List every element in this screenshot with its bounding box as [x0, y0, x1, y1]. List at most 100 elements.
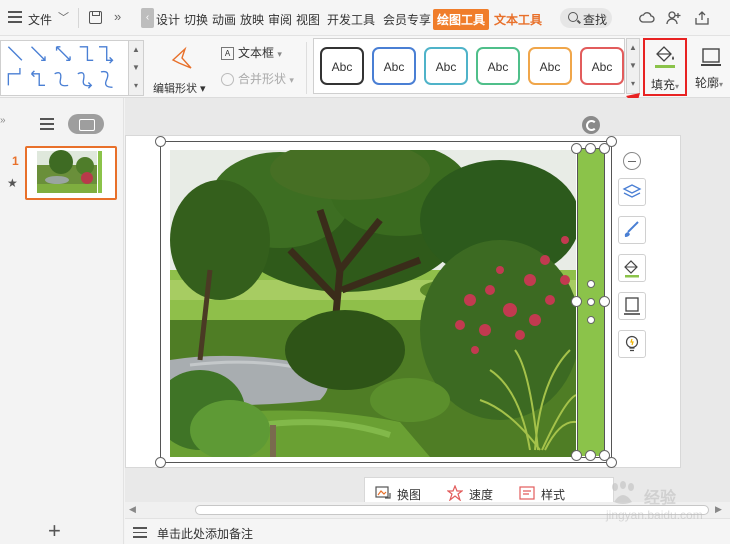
separator — [306, 42, 307, 94]
slide-thumbnail-image — [37, 150, 102, 193]
collapse-toolbar-icon[interactable] — [623, 152, 641, 170]
separator — [78, 8, 79, 28]
style-sample-2[interactable]: Abc — [372, 47, 416, 85]
scroll-down-icon[interactable]: ▼ — [627, 57, 639, 75]
outline-icon — [701, 48, 721, 66]
resize-handle[interactable] — [571, 143, 582, 154]
fill-color-bar — [655, 65, 675, 68]
resize-handle[interactable] — [571, 296, 582, 307]
resize-handle[interactable] — [585, 450, 596, 461]
style-gallery-scroll[interactable]: ▲ ▼ ▾ — [626, 38, 640, 94]
paint-bucket-icon — [624, 260, 639, 278]
slide-number: 1 — [12, 154, 19, 168]
resize-handle[interactable] — [585, 143, 596, 154]
brush-icon — [624, 221, 639, 237]
resize-handle[interactable] — [599, 296, 610, 307]
selection-frame — [160, 141, 612, 463]
scroll-down-icon[interactable]: ▼ — [129, 59, 143, 77]
chevron-down-icon[interactable]: ﹀ — [58, 9, 69, 25]
resize-handle[interactable] — [155, 457, 166, 468]
replace-image-icon[interactable] — [375, 485, 391, 501]
shape-style-gallery: Abc Abc Abc Abc Abc Abc — [313, 38, 625, 94]
style-sample-4[interactable]: Abc — [476, 47, 520, 85]
adjust-handle[interactable] — [587, 280, 595, 288]
scroll-left-icon[interactable]: ◀ — [129, 504, 136, 515]
fill-label: 填充▾ — [651, 78, 680, 92]
tab-developer[interactable]: 开发工具 — [327, 11, 375, 28]
textbox-icon: A — [221, 47, 234, 61]
tab-view[interactable]: 视图 — [296, 11, 320, 28]
edit-shape-button[interactable]: 编辑形状 ▾ — [151, 44, 213, 95]
outline-label: 轮廓▾ — [695, 76, 724, 90]
watermark-sub-text: jingyan.baidu.com — [606, 508, 703, 522]
outline-button[interactable]: 轮廓▾ — [692, 42, 730, 94]
style-sample-5[interactable]: Abc — [528, 47, 572, 85]
style-sample-6[interactable]: Abc — [580, 47, 624, 85]
outline-view-icon[interactable] — [40, 118, 54, 130]
fill-float-button[interactable] — [618, 254, 646, 282]
menu-bar: 文件 ﹀ » ‹ 设计 切换 动画 放映 审阅 视图 开发工具 会员专享 绘图工… — [0, 0, 730, 36]
tab-slideshow[interactable]: 放映 — [240, 11, 264, 28]
scroll-tabs-left-button[interactable]: ‹ — [141, 8, 154, 28]
lightbulb-icon — [625, 335, 639, 352]
slides-panel: » 1 ★ + — [0, 98, 124, 544]
collapse-panel-icon[interactable]: » — [0, 115, 6, 126]
resize-handle[interactable] — [155, 136, 166, 147]
textbox-button[interactable]: A 文本框 ▾ — [221, 44, 282, 61]
outline-float-button[interactable] — [618, 292, 646, 320]
shape-gallery[interactable] — [0, 40, 144, 96]
file-menu-label[interactable]: 文件 — [28, 11, 52, 28]
merge-shape-button[interactable]: 合并形状 ▾ — [221, 70, 294, 87]
slide-thumbnail[interactable] — [25, 146, 117, 200]
tab-transition[interactable]: 切换 — [184, 11, 208, 28]
paint-bucket-icon — [656, 46, 674, 62]
share-icon[interactable] — [694, 10, 710, 26]
add-user-icon[interactable] — [666, 10, 682, 26]
watermark: 经验 jingyan.baidu.com — [598, 476, 728, 526]
notes-icon — [133, 527, 147, 538]
save-icon[interactable] — [89, 11, 102, 24]
style-sample-3[interactable]: Abc — [424, 47, 468, 85]
speed-label[interactable]: 速度 — [469, 486, 493, 503]
speed-icon[interactable] — [447, 485, 463, 501]
cloud-sync-icon[interactable] — [639, 10, 655, 26]
tab-member[interactable]: 会员专享 — [383, 11, 431, 28]
replace-image-label[interactable]: 换图 — [397, 486, 421, 503]
watermark-main-text: 经验 — [644, 490, 677, 507]
merge-shape-icon — [221, 73, 234, 87]
scroll-up-icon[interactable]: ▲ — [627, 39, 639, 57]
menu-icon[interactable] — [8, 11, 22, 23]
baidu-paw-icon — [612, 481, 634, 504]
brush-button[interactable] — [618, 216, 646, 244]
notes-placeholder[interactable]: 单击此处添加备注 — [157, 525, 253, 542]
style-sample-1[interactable]: Abc — [320, 47, 364, 85]
search-button[interactable]: 查找 — [560, 8, 612, 28]
expand-icon[interactable]: ▾ — [129, 77, 143, 95]
merge-shape-label: 合并形状 — [238, 72, 287, 86]
style-icon[interactable] — [519, 485, 535, 501]
outline-icon — [624, 297, 640, 315]
resize-handle[interactable] — [571, 450, 582, 461]
layers-button[interactable] — [618, 178, 646, 206]
tab-design[interactable]: 设计 — [156, 11, 180, 28]
shape-gallery-scroll[interactable]: ▲ ▼ ▾ — [128, 40, 144, 96]
rotate-icon[interactable] — [582, 116, 600, 134]
tab-drawing-tools[interactable]: 绘图工具 — [433, 9, 490, 30]
resize-handle[interactable] — [599, 450, 610, 461]
resize-handle[interactable] — [599, 143, 610, 154]
search-icon — [568, 12, 578, 22]
tab-text-tools[interactable]: 文本工具 — [494, 11, 542, 28]
search-label: 查找 — [583, 13, 608, 27]
star-icon: ★ — [7, 176, 18, 190]
add-slide-button[interactable]: + — [48, 518, 61, 544]
edit-shape-icon — [171, 46, 192, 69]
tab-review[interactable]: 审阅 — [268, 11, 292, 28]
adjust-handle[interactable] — [587, 316, 595, 324]
effects-button[interactable] — [618, 330, 646, 358]
tab-animation[interactable]: 动画 — [212, 11, 236, 28]
more-icon[interactable]: » — [114, 9, 121, 24]
style-label[interactable]: 样式 — [541, 486, 565, 503]
adjust-handle[interactable] — [587, 298, 595, 306]
scroll-up-icon[interactable]: ▲ — [129, 41, 143, 59]
slide-view-toggle[interactable] — [68, 114, 104, 134]
